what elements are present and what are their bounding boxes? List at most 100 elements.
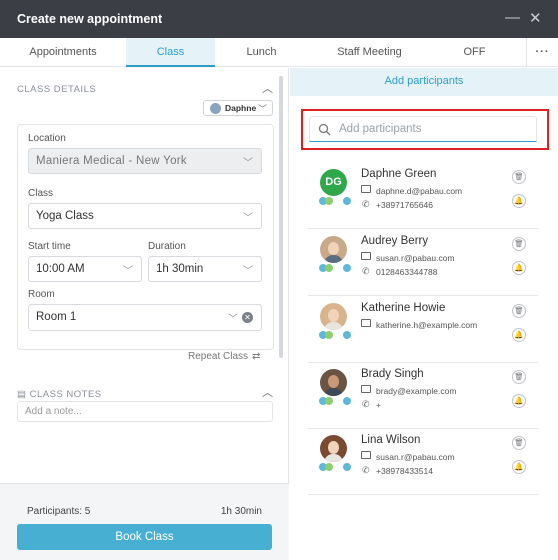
phone-icon: ✆ [362, 266, 370, 276]
participant-email: daphne.d@pabau.com [376, 186, 463, 196]
repeat-class-label: Repeat Class [188, 351, 249, 362]
location-value: Maniera Medical - New York [36, 155, 187, 167]
highlight-box [301, 109, 549, 150]
repeat-icon: ⇄ [252, 351, 261, 362]
appointment-type-tabs: Appointments Class Lunch Staff Meeting O… [0, 38, 558, 67]
title-bar: Create new appointment — ✕ [0, 0, 558, 38]
participant-card[interactable]: Katherine Howie katherine.h@example.com … [308, 297, 538, 363]
chevron-up-icon[interactable]: ︿ [262, 384, 273, 400]
phone-icon: ✆ [362, 399, 370, 409]
chevron-down-icon: ﹀ [228, 314, 238, 325]
mail-icon [361, 185, 371, 193]
avatar [210, 103, 221, 114]
chevron-down-icon: ﹀ [257, 104, 267, 114]
chevron-up-icon[interactable]: ︿ [262, 80, 273, 96]
participant-name: Audrey Berry [361, 235, 429, 247]
bell-icon[interactable]: 🔔 [512, 328, 526, 342]
status-tags [319, 197, 355, 207]
avatar [320, 236, 347, 263]
trash-icon[interactable]: 🗑 [512, 170, 526, 184]
participant-card[interactable]: Audrey Berry susan.r@pabau.com ✆ 0128463… [308, 230, 538, 296]
chevron-down-icon: ﹀ [243, 266, 253, 277]
participant-email: susan.r@pabau.com [376, 253, 455, 263]
participants-panel: Add participants Add participants DG Dap… [290, 68, 558, 560]
total-duration: 1h 30min [220, 506, 262, 517]
phone-icon: ✆ [362, 465, 370, 475]
class-notes-label: CLASS NOTES [29, 389, 102, 400]
chevron-down-icon: ﹀ [123, 266, 133, 277]
participant-name: Lina Wilson [361, 434, 421, 446]
repeat-class-button[interactable]: Repeat Class ⇄ [188, 351, 260, 362]
trash-icon[interactable]: 🗑 [512, 370, 526, 384]
participant-name: Brady Singh [361, 368, 424, 380]
avatar [320, 435, 347, 462]
room-value: Room 1 [36, 311, 77, 323]
participant-card[interactable]: DG Daphne Green daphne.d@pabau.com ✆ +38… [308, 163, 538, 229]
duration-label: Duration [148, 241, 186, 252]
booking-footer: Participants: 5 1h 30min Book Class [0, 483, 289, 560]
tab-off[interactable]: OFF [431, 38, 518, 67]
class-details-panel: CLASS DETAILS ︿ Daphne ﹀ Location Manier… [0, 68, 289, 560]
participant-phone: +38971765646 [376, 200, 433, 210]
mail-icon [361, 451, 371, 459]
tab-lunch[interactable]: Lunch [215, 38, 308, 67]
scrollbar[interactable] [279, 76, 283, 358]
add-participants-header: Add participants [290, 68, 558, 96]
duration-select[interactable]: 1h 30min ﹀ [148, 256, 262, 282]
tab-staff-meeting[interactable]: Staff Meeting [308, 38, 431, 67]
participant-email: brady@example.com [376, 386, 457, 396]
trash-icon[interactable]: 🗑 [512, 304, 526, 318]
class-label: Class [28, 188, 54, 199]
notes-placeholder: Add a note... [25, 406, 82, 417]
book-class-button[interactable]: Book Class [17, 524, 272, 550]
participant-phone: + [376, 400, 381, 410]
staff-selector[interactable]: Daphne ﹀ [203, 100, 273, 116]
avatar [320, 303, 347, 330]
staff-name: Daphne [225, 103, 257, 113]
tab-appointments[interactable]: Appointments [0, 38, 126, 67]
bell-icon[interactable]: 🔔 [512, 394, 526, 408]
location-select[interactable]: Maniera Medical - New York ﹀ [28, 148, 262, 174]
bell-icon[interactable]: 🔔 [512, 261, 526, 275]
status-tags [319, 264, 355, 274]
trash-icon[interactable]: 🗑 [512, 436, 526, 450]
participants-count: Participants: 5 [27, 506, 91, 517]
close-icon[interactable]: ✕ [529, 9, 542, 27]
participant-card[interactable]: Lina Wilson susan.r@pabau.com ✆ +3897843… [308, 429, 538, 495]
phone-icon: ✆ [362, 199, 370, 209]
duration-value: 1h 30min [156, 263, 204, 275]
room-label: Room [28, 289, 55, 300]
participant-name: Katherine Howie [361, 302, 446, 314]
tab-class[interactable]: Class [126, 38, 215, 67]
bell-icon[interactable]: 🔔 [512, 460, 526, 474]
notes-icon: ▤ [17, 389, 27, 400]
avatar: DG [320, 169, 347, 196]
participant-email: susan.r@pabau.com [376, 452, 455, 462]
start-time-value: 10:00 AM [36, 263, 85, 275]
start-time-select[interactable]: 10:00 AM ﹀ [28, 256, 142, 282]
start-time-label: Start time [28, 241, 71, 252]
avatar [320, 369, 347, 396]
status-tags [319, 463, 355, 473]
tabs-more-button[interactable]: ··· [526, 38, 558, 67]
trash-icon[interactable]: 🗑 [512, 237, 526, 251]
minimize-icon[interactable]: — [505, 9, 520, 26]
class-select[interactable]: Yoga Class ﹀ [28, 203, 262, 229]
class-notes-heading: ▤ CLASS NOTES [17, 389, 102, 400]
status-tags [319, 397, 355, 407]
bell-icon[interactable]: 🔔 [512, 194, 526, 208]
class-details-heading: CLASS DETAILS [17, 84, 97, 95]
chevron-down-icon: ﹀ [243, 213, 253, 224]
room-select[interactable]: Room 1 ﹀ ✕ [28, 304, 262, 331]
clear-icon[interactable]: ✕ [242, 312, 253, 323]
class-value: Yoga Class [36, 210, 94, 222]
participant-email: katherine.h@example.com [376, 320, 478, 330]
mail-icon [361, 319, 371, 327]
location-label: Location [28, 133, 66, 144]
class-notes-input[interactable]: Add a note... [17, 401, 273, 422]
participant-name: Daphne Green [361, 168, 437, 180]
mail-icon [361, 252, 371, 260]
participant-phone: 0128463344788 [376, 267, 438, 277]
window-title: Create new appointment [17, 12, 163, 26]
participant-card[interactable]: Brady Singh brady@example.com ✆ + 🗑 🔔 [308, 363, 538, 429]
